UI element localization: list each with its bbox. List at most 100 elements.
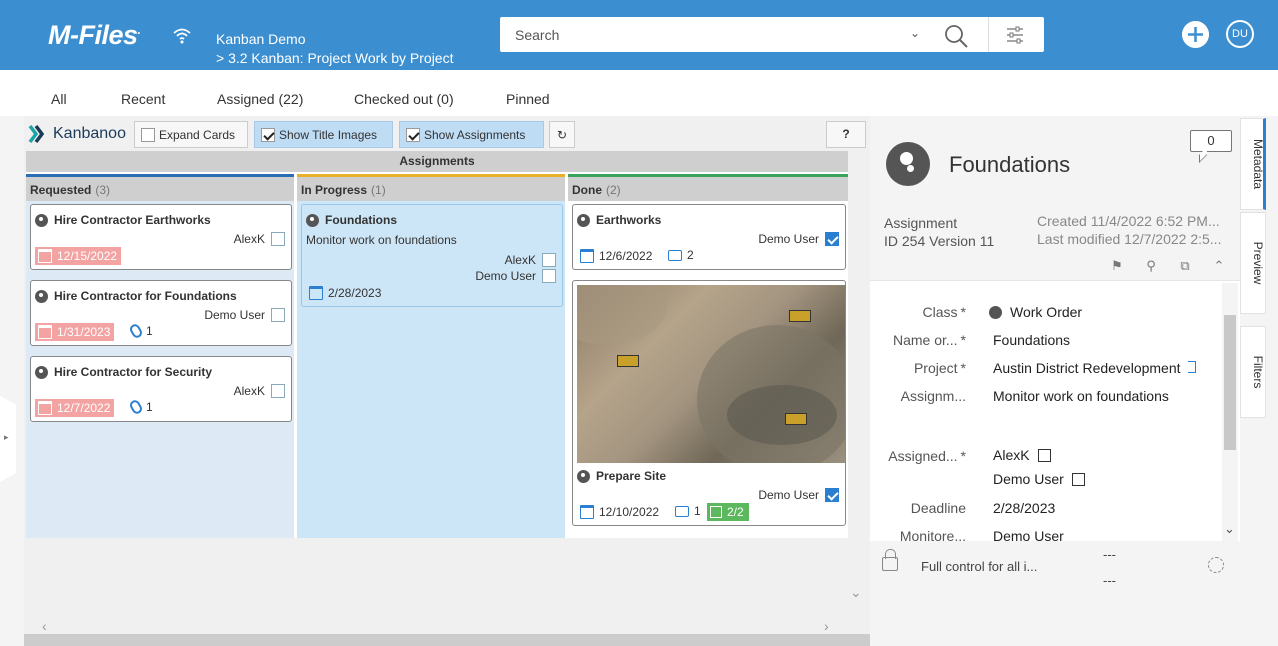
property-label-assigned-to: Assigned... * (888, 448, 966, 464)
scroll-down-chevron-icon[interactable]: ⌄ (1224, 521, 1235, 537)
search-input[interactable]: Search (515, 27, 559, 43)
deadline-text: 12/15/2022 (57, 249, 118, 263)
m-files-logo[interactable]: M-Files. (48, 20, 141, 51)
metadata-toolbar: ⚑ ⚲ ⧉ ⌃ (870, 251, 1240, 281)
property-value-class[interactable]: Work Order (989, 304, 1082, 320)
task-progress-text: 2/2 (727, 505, 744, 519)
search-filter-icon[interactable] (1005, 25, 1025, 45)
show-title-images-checkbox[interactable] (261, 127, 275, 142)
deadline-text: 12/6/2022 (599, 249, 653, 263)
tab-assigned[interactable]: Assigned (22) (217, 91, 303, 107)
kanban-board: Assignments Requested (3) Hire Contractor… (26, 151, 848, 538)
refresh-button[interactable]: ↻ (549, 121, 575, 148)
attachment-count: 1 (128, 398, 153, 416)
calendar-icon (38, 325, 52, 339)
expand-arrow-icon[interactable]: ▸ (4, 432, 9, 443)
vault-breadcrumb[interactable]: Kanban Demo > 3.2 Kanban: Project Work b… (216, 30, 453, 68)
comments-button[interactable]: 0 (1190, 130, 1232, 152)
show-assignments-checkbox[interactable] (406, 127, 420, 142)
permissions-text[interactable]: Full control for all i... (921, 559, 1037, 574)
tab-all[interactable]: All (51, 91, 67, 107)
calendar-icon (580, 505, 594, 519)
card-deadline: 12/6/2022 (577, 247, 656, 265)
card-title-text: Hire Contractor Earthworks (54, 213, 211, 227)
show-assignments-label: Show Assignments (424, 127, 526, 142)
kanban-card[interactable]: Hire Contractor for Foundations Demo Use… (30, 280, 292, 346)
property-value-project[interactable]: Austin District Redevelopment (993, 360, 1181, 376)
column-body: Foundations Monitor work on foundations … (297, 201, 565, 538)
assignee-complete-checkbox[interactable] (542, 253, 556, 267)
object-info: Assignment ID 254 Version 11 (884, 214, 994, 250)
pin-icon[interactable]: ⚲ (1144, 259, 1158, 273)
assignee-name: AlexK (504, 253, 536, 267)
comment-icon (675, 505, 689, 517)
vault-name[interactable]: Kanban Demo (216, 30, 453, 49)
view-path[interactable]: > 3.2 Kanban: Project Work by Project (216, 49, 453, 68)
scroll-right-icon[interactable]: › (824, 618, 829, 634)
top-bar: M-Files. Kanban Demo > 3.2 Kanban: Proje… (0, 0, 1278, 70)
search-icon[interactable] (942, 22, 970, 50)
search-options-chevron-icon[interactable]: ⌄ (910, 26, 920, 40)
show-title-images-toggle[interactable]: Show Title Images (254, 121, 393, 148)
tab-checked-out[interactable]: Checked out (0) (354, 91, 454, 107)
card-title-image (577, 285, 845, 463)
card-title: Hire Contractor for Security (35, 365, 212, 379)
search-divider (988, 17, 989, 52)
flag-icon[interactable]: ⚑ (1110, 259, 1124, 273)
kanban-card[interactable]: Hire Contractor for Security AlexK 12/7/… (30, 356, 292, 422)
card-assignee: AlexK (234, 384, 285, 398)
view-tabs: All Recent Assigned (22) Checked out (0)… (0, 70, 1278, 116)
tab-filters[interactable]: Filters (1240, 326, 1266, 418)
sync-icon[interactable] (1208, 557, 1224, 573)
comment-count-text: 1 (694, 504, 701, 518)
property-value-name[interactable]: Foundations (993, 332, 1070, 348)
properties-scrollbar[interactable]: ⌄ (1222, 283, 1238, 541)
expand-cards-checkbox[interactable] (141, 127, 155, 142)
assignee-complete-checkbox[interactable] (542, 269, 556, 283)
property-label-assignment-description: Assignm... (900, 388, 966, 404)
scroll-left-icon[interactable]: ‹ (42, 618, 47, 634)
tab-preview[interactable]: Preview (1240, 212, 1266, 314)
property-value-assignment-description[interactable]: Monitor work on foundations (993, 388, 1169, 404)
kanban-card[interactable]: Hire Contractor Earthworks AlexK 12/15/2… (30, 204, 292, 270)
assignee-complete-checkbox[interactable] (271, 232, 285, 246)
assignee-complete-checkbox[interactable] (1037, 448, 1051, 462)
board-scroll-down-icon[interactable]: ⌄ (850, 584, 862, 601)
user-avatar[interactable]: DU (1226, 20, 1254, 48)
property-value-deadline[interactable]: 2/28/2023 (993, 500, 1055, 516)
board-bottom-scrollbar[interactable] (24, 634, 870, 646)
board-horizontal-scrollbar[interactable]: ‹ › (24, 616, 870, 636)
assignee-complete-checkbox[interactable] (825, 488, 839, 502)
search-bar[interactable]: Search ⌄ (500, 17, 1044, 52)
open-link-icon[interactable] (1188, 361, 1196, 373)
collapse-chevron-icon[interactable]: ⌃ (1212, 259, 1226, 273)
assignee-name: AlexK (233, 232, 265, 246)
assignee-complete-checkbox[interactable] (271, 308, 285, 322)
column-done: Done (2) Earthworks Demo User 12/6/2022 2 (568, 174, 848, 538)
tab-metadata[interactable]: Metadata (1240, 118, 1266, 210)
expand-cards-toggle[interactable]: Expand Cards (134, 121, 248, 148)
modified-date: Last modified 12/7/2022 2:5... (1037, 231, 1222, 247)
create-new-plus-icon[interactable] (1182, 21, 1209, 48)
assignee-complete-checkbox[interactable] (271, 384, 285, 398)
tab-pinned[interactable]: Pinned (506, 91, 550, 107)
comment-count: 1 (675, 504, 701, 518)
show-assignments-toggle[interactable]: Show Assignments (399, 121, 544, 148)
deadline-text: 1/31/2023 (57, 325, 111, 339)
property-value-assigned-demo-user[interactable]: Demo User (993, 471, 1085, 487)
assignee-complete-checkbox[interactable] (825, 232, 839, 246)
permissions-footer: Full control for all i... --- --- (870, 541, 1240, 646)
tab-recent[interactable]: Recent (121, 91, 165, 107)
kanban-card-selected[interactable]: Foundations Monitor work on foundations … (301, 204, 563, 307)
help-button[interactable]: ? (826, 121, 866, 148)
kanbanoo-brand: Kanbanoo (53, 125, 126, 142)
assignee-complete-checkbox[interactable] (1071, 472, 1085, 486)
kanban-board-area: Kanbanoo Expand Cards Show Title Images … (24, 116, 870, 646)
property-value-assigned-alexk[interactable]: AlexK (993, 447, 1051, 463)
kanban-card[interactable]: Earthworks Demo User 12/6/2022 2 (572, 204, 846, 270)
card-title: Earthworks (577, 213, 661, 227)
property-value-monitored-by[interactable]: Demo User (993, 528, 1064, 541)
kanban-card[interactable]: Prepare Site Demo User 12/10/2022 1 2/2 (572, 280, 846, 526)
pop-out-icon[interactable]: ⧉ (1178, 259, 1192, 273)
scrollbar-thumb[interactable] (1224, 315, 1236, 450)
